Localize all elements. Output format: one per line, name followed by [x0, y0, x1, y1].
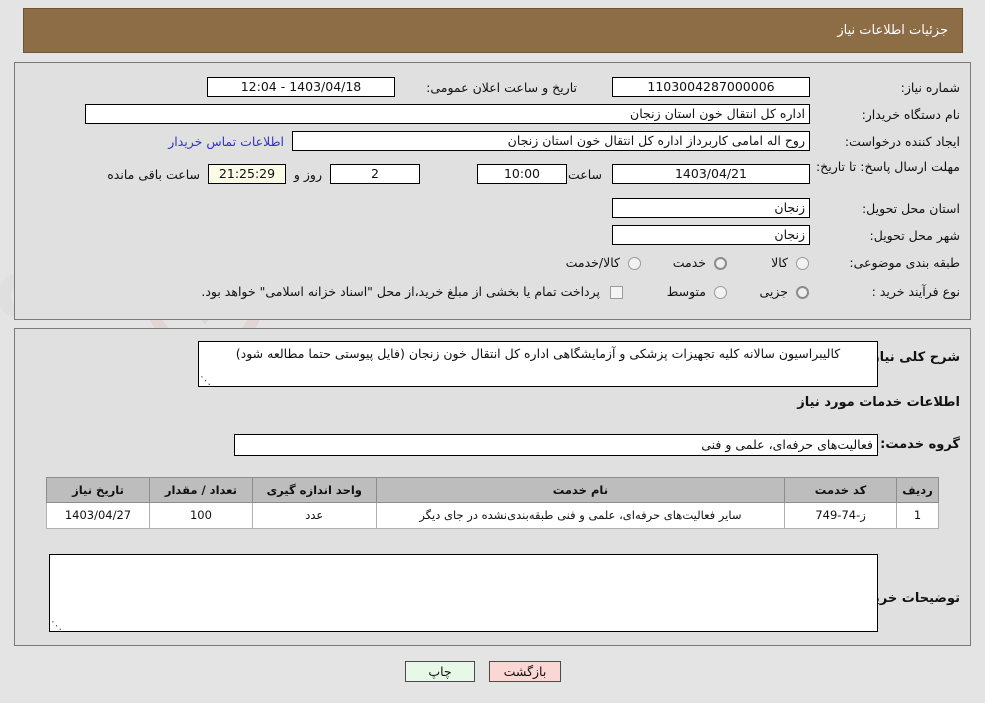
buyer-notes-textarea[interactable]: ⋰ — [49, 554, 878, 632]
cell-need-date: 1403/04/27 — [46, 502, 150, 529]
radio-process-jozei[interactable] — [796, 286, 809, 299]
column-header-row-index: ردیف — [896, 477, 939, 503]
table-header-row: ردیف کد خدمت نام خدمت واحد اندازه گیری ت… — [46, 477, 939, 503]
deadline-date-value: 1403/04/21 — [612, 164, 810, 184]
announce-date-label: تاریخ و ساعت اعلان عمومی: — [426, 80, 577, 95]
request-creator-label: ایجاد کننده درخواست: — [844, 134, 960, 149]
announce-date-value: 1403/04/18 - 12:04 — [207, 77, 395, 97]
services-table: ردیف کد خدمت نام خدمت واحد اندازه گیری ت… — [46, 477, 939, 529]
remaining-days-value: 2 — [330, 164, 420, 184]
column-header-quantity: تعداد / مقدار — [148, 477, 253, 503]
delivery-city-value: زنجان — [612, 225, 810, 245]
subject-category-label: طبقه بندی موضوعی: — [849, 255, 960, 270]
need-number-label: شماره نیاز: — [900, 80, 960, 95]
general-description-textarea[interactable]: کالیبراسیون سالانه کلیه تجهیزات پزشکی و … — [198, 341, 878, 387]
service-group-label: گروه خدمت: — [880, 437, 960, 452]
need-summary-panel: شماره نیاز: 1103004287000006 تاریخ و ساع… — [14, 62, 971, 320]
radio-category-kala-label: کالا — [771, 255, 788, 270]
request-creator-value: روح اله امامی کاربرداز اداره کل انتقال خ… — [292, 131, 810, 151]
page-header: جزئیات اطلاعات نیاز — [23, 8, 963, 53]
resize-grip-icon[interactable]: ⋰ — [51, 620, 62, 631]
print-button[interactable]: چاپ — [405, 661, 475, 682]
column-header-service-code: کد خدمت — [784, 477, 898, 503]
radio-category-khedmat-label: خدمت — [672, 255, 706, 270]
delivery-province-value: زنجان — [612, 198, 810, 218]
radio-category-khedmat[interactable] — [714, 257, 727, 270]
radio-category-kala-khedmat-label: کالا/خدمت — [565, 255, 620, 270]
delivery-province-label: استان محل تحویل: — [861, 201, 960, 216]
radio-process-motavasset-label: متوسط — [666, 284, 706, 299]
back-button[interactable]: بازگشت — [489, 661, 561, 682]
cell-service-code: ز-74-749 — [784, 502, 898, 529]
buyer-contact-link[interactable]: اطلاعات تماس خریدار — [168, 134, 284, 149]
days-text: روز و — [293, 167, 322, 182]
table-row: 1 ز-74-749 سایر فعالیت‌های حرفه‌ای، علمی… — [46, 502, 939, 529]
services-section-heading: اطلاعات خدمات مورد نیاز — [797, 395, 960, 410]
page-title: جزئیات اطلاعات نیاز — [837, 23, 948, 38]
need-number-value: 1103004287000006 — [612, 77, 810, 97]
resize-grip-icon[interactable]: ⋰ — [200, 375, 211, 386]
islamic-treasury-bonds-text: پرداخت تمام یا بخشی از مبلغ خرید،از محل … — [201, 284, 600, 299]
column-header-need-date: تاریخ نیاز — [46, 477, 150, 503]
purchase-process-label: نوع فرآیند خرید : — [871, 284, 960, 299]
need-details-panel: شرح کلی نیاز: کالیبراسیون سالانه کلیه تج… — [14, 328, 971, 646]
checkbox-islamic-treasury-bonds[interactable] — [610, 286, 623, 299]
deadline-hour-value: 10:00 — [477, 164, 567, 184]
buyer-org-value: اداره کل انتقال خون استان زنجان — [85, 104, 810, 124]
buyer-org-label: نام دستگاه خریدار: — [861, 107, 960, 122]
general-description-value: کالیبراسیون سالانه کلیه تجهیزات پزشکی و … — [235, 346, 841, 361]
radio-category-kala[interactable] — [796, 257, 809, 270]
hour-label: ساعت — [567, 167, 602, 182]
cell-service-name: سایر فعالیت‌های حرفه‌ای، علمی و فنی طبقه… — [375, 502, 786, 529]
column-header-service-name: نام خدمت — [375, 477, 786, 503]
countdown-text: ساعت باقی مانده — [107, 167, 200, 182]
delivery-city-label: شهر محل تحویل: — [869, 228, 960, 243]
cell-row-index: 1 — [896, 502, 939, 529]
radio-process-jozei-label: جزیی — [759, 284, 788, 299]
service-group-value: فعالیت‌های حرفه‌ای، علمی و فنی — [234, 434, 878, 456]
cell-unit: عدد — [251, 502, 377, 529]
radio-category-kala-khedmat[interactable] — [628, 257, 641, 270]
cell-quantity: 100 — [148, 502, 253, 529]
general-description-label: شرح کلی نیاز: — [866, 350, 960, 365]
radio-process-motavasset[interactable] — [714, 286, 727, 299]
page-root: AriaTender.net W جزئیات اطلاعات نیاز شما… — [0, 0, 985, 703]
countdown-timer-value: 21:25:29 — [208, 164, 286, 184]
response-deadline-label: مهلت ارسال پاسخ: تا تاریخ: — [815, 159, 960, 174]
column-header-unit: واحد اندازه گیری — [251, 477, 377, 503]
